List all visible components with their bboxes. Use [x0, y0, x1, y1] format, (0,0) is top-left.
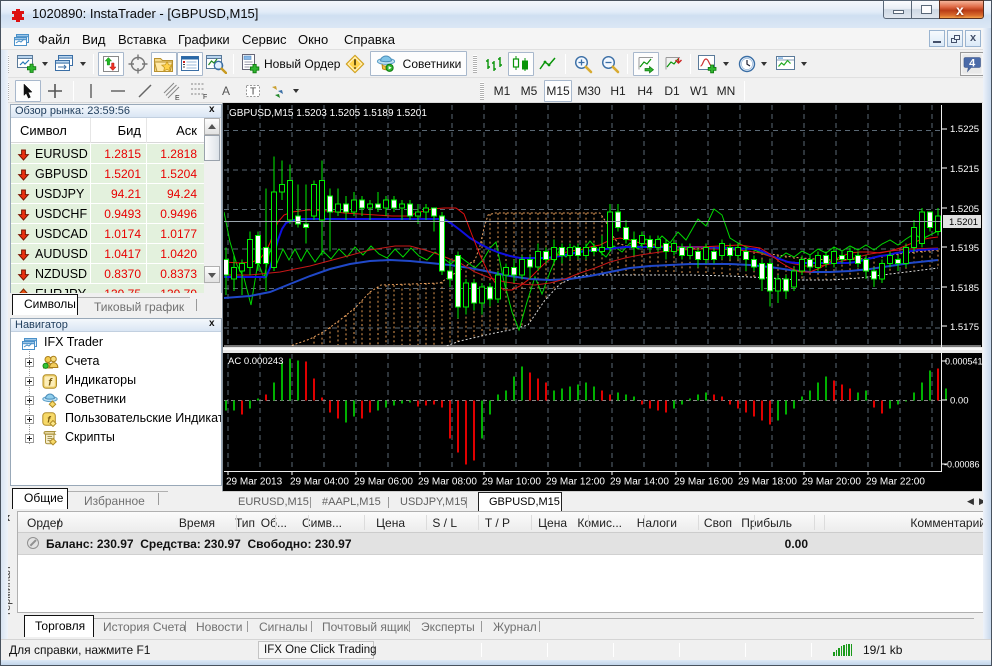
svg-text:1.5205: 1.5205 — [950, 204, 979, 215]
svg-text:29 Mar 18:00: 29 Mar 18:00 — [738, 477, 797, 488]
svg-text:29 Mar 06:00: 29 Mar 06:00 — [354, 477, 413, 488]
svg-text:AC 0.000243: AC 0.000243 — [228, 356, 283, 367]
svg-text:29 Mar 2013: 29 Mar 2013 — [226, 477, 283, 488]
svg-text:1.5195: 1.5195 — [950, 243, 979, 254]
svg-text:-0.00086: -0.00086 — [944, 460, 980, 470]
svg-text:1.5225: 1.5225 — [950, 124, 979, 135]
svg-text:1.5175: 1.5175 — [950, 322, 979, 333]
svg-text:0.000541: 0.000541 — [945, 357, 982, 367]
svg-text:T: T — [250, 87, 256, 98]
svg-text:1.5185: 1.5185 — [950, 283, 979, 294]
svg-text:29 Mar 14:00: 29 Mar 14:00 — [610, 477, 669, 488]
svg-text:29 Mar 12:00: 29 Mar 12:00 — [546, 477, 605, 488]
svg-text:29 Mar 10:00: 29 Mar 10:00 — [482, 477, 541, 488]
svg-text:0.00: 0.00 — [950, 396, 969, 407]
svg-text:A: A — [222, 84, 230, 98]
svg-text:29 Mar 04:00: 29 Mar 04:00 — [290, 477, 349, 488]
svg-text:1.5215: 1.5215 — [950, 164, 979, 175]
svg-text:GBPUSD,M15 1.5203 1.5205 1.51: GBPUSD,M15 1.5203 1.5205 1.5189 1.5201 — [229, 108, 427, 119]
svg-text:E: E — [175, 95, 180, 101]
svg-text:29 Mar 08:00: 29 Mar 08:00 — [418, 477, 477, 488]
svg-text:29 Mar 20:00: 29 Mar 20:00 — [802, 477, 861, 488]
svg-text:F: F — [203, 94, 207, 101]
svg-text:29 Mar 16:00: 29 Mar 16:00 — [674, 477, 733, 488]
svg-text:1.5201: 1.5201 — [949, 217, 978, 228]
svg-text:29 Mar 22:00: 29 Mar 22:00 — [866, 477, 925, 488]
svg-text:4: 4 — [969, 57, 976, 69]
